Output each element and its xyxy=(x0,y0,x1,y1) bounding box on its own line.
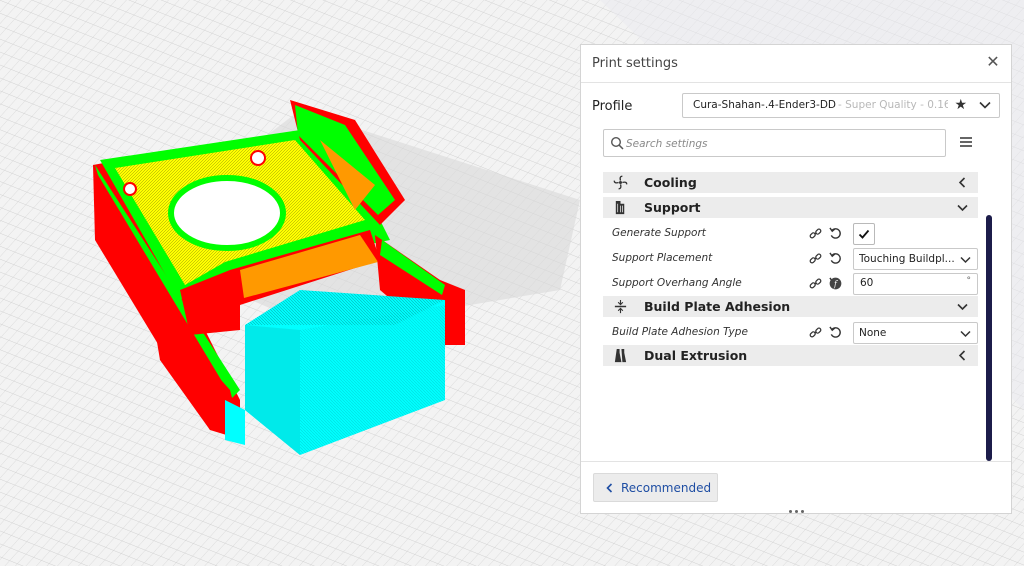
close-icon[interactable]: ✕ xyxy=(984,53,1002,71)
link-icon[interactable] xyxy=(809,227,822,240)
category-support[interactable]: Support xyxy=(603,197,978,218)
profile-name: Cura-Shahan-.4-Ender3-DD xyxy=(693,99,836,111)
print-settings-panel: Print settings ✕ Profile Cura-Shahan-.4-… xyxy=(580,44,1012,514)
search-box[interactable] xyxy=(603,129,946,158)
chevron-left-icon xyxy=(606,483,613,493)
category-adhesion-label: Build Plate Adhesion xyxy=(644,299,791,314)
dual-extrusion-icon xyxy=(614,348,627,363)
adhesion-type-dropdown[interactable]: None xyxy=(853,322,978,344)
chevron-down-icon xyxy=(957,303,968,311)
panel-header: Print settings ✕ xyxy=(581,45,1011,83)
function-icon[interactable]: f xyxy=(829,277,842,290)
model-center-hole xyxy=(168,175,286,251)
link-icon[interactable] xyxy=(809,326,822,339)
profile-quality: - Super Quality - 0.16... xyxy=(838,99,948,111)
adhesion-type-value: None xyxy=(859,327,887,339)
overhang-angle-value: 60 xyxy=(860,277,874,289)
chevron-left-icon xyxy=(958,350,966,361)
generate-support-checkbox[interactable] xyxy=(853,223,875,245)
support-placement-dropdown[interactable]: Touching Buildpl... xyxy=(853,248,978,270)
category-build-plate-adhesion[interactable]: Build Plate Adhesion xyxy=(603,296,978,317)
link-icon[interactable] xyxy=(809,277,822,290)
setting-generate-support: Generate Support xyxy=(603,222,978,246)
link-icon[interactable] xyxy=(809,252,822,265)
search-input[interactable] xyxy=(624,130,938,158)
setting-adhesion-type: Build Plate Adhesion Type None xyxy=(603,321,978,345)
check-icon xyxy=(858,229,870,239)
category-support-label: Support xyxy=(644,200,701,215)
support-placement-value: Touching Buildpl... xyxy=(859,253,954,265)
overhang-angle-unit: ° xyxy=(966,276,972,286)
profile-select[interactable]: Cura-Shahan-.4-Ender3-DD - Super Quality… xyxy=(682,93,1000,118)
chevron-down-icon xyxy=(960,256,971,264)
setting-overhang-angle: Support Overhang Angle f 60 ° xyxy=(603,272,978,296)
overhang-angle-label: Support Overhang Angle xyxy=(612,277,742,289)
category-dual-label: Dual Extrusion xyxy=(644,348,748,363)
category-dual-extrusion[interactable]: Dual Extrusion xyxy=(603,345,978,366)
reset-icon[interactable] xyxy=(829,326,842,339)
settings-menu-icon[interactable] xyxy=(959,136,973,148)
fan-icon xyxy=(613,175,628,190)
footer-divider xyxy=(581,461,1011,462)
setting-support-placement: Support Placement Touching Buildpl... xyxy=(603,247,978,271)
panel-title: Print settings xyxy=(592,56,678,71)
category-cooling-label: Cooling xyxy=(644,175,697,190)
star-icon[interactable]: ★ xyxy=(954,94,967,117)
chevron-down-icon xyxy=(957,204,968,212)
support-placement-label: Support Placement xyxy=(612,252,713,264)
support-icon xyxy=(615,200,625,215)
overhang-angle-field[interactable]: 60 ° xyxy=(853,273,978,295)
category-cooling[interactable]: Cooling xyxy=(603,172,978,193)
resize-handle[interactable] xyxy=(787,507,807,515)
settings-scrollbar[interactable] xyxy=(986,215,992,461)
search-icon xyxy=(610,136,624,150)
chevron-left-icon xyxy=(958,177,966,188)
recommended-label: Recommended xyxy=(621,481,712,495)
recommended-button[interactable]: Recommended xyxy=(593,473,718,502)
adhesion-icon xyxy=(614,299,627,314)
chevron-down-icon xyxy=(979,101,991,109)
reset-icon[interactable] xyxy=(829,252,842,265)
adhesion-type-label: Build Plate Adhesion Type xyxy=(612,326,748,338)
chevron-down-icon xyxy=(960,330,971,338)
profile-label: Profile xyxy=(592,99,633,114)
reset-icon[interactable] xyxy=(829,227,842,240)
generate-support-label: Generate Support xyxy=(612,227,706,239)
